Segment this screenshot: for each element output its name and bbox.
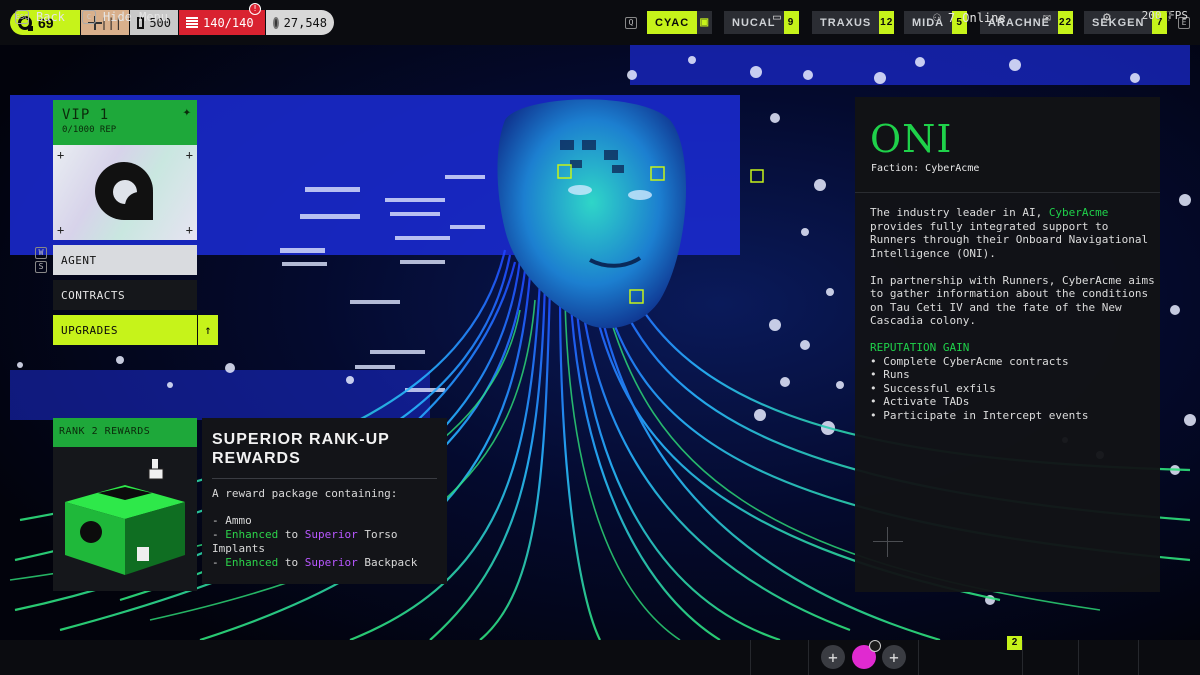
- cyberacme-link: CyberAcme: [1048, 206, 1109, 219]
- key-hint-w: W: [35, 247, 47, 259]
- arrow-up-icon[interactable]: ↑: [197, 315, 218, 345]
- back-button[interactable]: ESC Back: [15, 10, 65, 24]
- reward-item: - Enhanced to Superior Torso Implants: [212, 528, 398, 555]
- player-avatar[interactable]: [852, 640, 881, 669]
- corner-plus-icon: +: [185, 148, 193, 162]
- reward-crate-preview[interactable]: [53, 447, 197, 591]
- vip-rep: 0/1000 REP: [62, 125, 117, 135]
- sparkle-icon: ✦: [182, 104, 191, 120]
- corner-plus-icon: +: [57, 223, 65, 237]
- tab-traxus-count: 12: [879, 11, 895, 34]
- chat-button[interactable]: ▭: [773, 10, 781, 25]
- tab-arachne-count: 22: [1058, 11, 1073, 34]
- esc-key-icon: ESC: [15, 10, 29, 24]
- help-icon: ?: [1165, 10, 1173, 25]
- reputation-gain-header: REPUTATION GAIN: [870, 341, 970, 354]
- info-panel-header: ONI Faction: CyberAcme: [855, 97, 1160, 193]
- tier-enhanced: Enhanced: [225, 528, 279, 541]
- online-friends-button[interactable]: ⚇ 7 Online: [933, 10, 1006, 25]
- plus-icon: +: [828, 647, 838, 667]
- capacity-icon: [186, 16, 198, 29]
- divider: [750, 640, 751, 675]
- tab-cyac-label: CYAC: [647, 11, 698, 34]
- help-button[interactable]: ?: [1165, 10, 1173, 25]
- vip-title: VIP 1: [62, 107, 110, 123]
- crosshair-icon: [873, 527, 903, 557]
- vip-rank-card[interactable]: VIP 1 0/1000 REP ✦: [53, 100, 197, 145]
- info-description: The industry leader in AI, CyberAcme pro…: [870, 206, 1155, 422]
- chat-icon: ▭: [773, 10, 781, 25]
- rep-item: • Complete CyberAcme contracts: [870, 354, 1069, 368]
- corner-plus-icon: +: [57, 148, 65, 162]
- reward-crate-icon: [65, 459, 185, 575]
- rep-item: • Participate in Intercept events: [870, 408, 1089, 422]
- reward-item: - Ammo: [212, 514, 252, 527]
- reward-item: - Enhanced to Superior Backpack: [212, 556, 418, 569]
- divider: [1078, 640, 1079, 675]
- menu-item-contracts[interactable]: CONTRACTS: [53, 280, 197, 310]
- currency-value: 27,548: [283, 15, 327, 30]
- friends-icon: ⚇: [933, 10, 941, 25]
- faction-logo-card: + + + +: [53, 145, 197, 240]
- rep-item: • Successful exfils: [870, 381, 996, 395]
- agent-faction: Faction: CyberAcme: [871, 163, 980, 174]
- currency-counter[interactable]: 27,548: [266, 10, 334, 35]
- back-label: Back: [36, 10, 65, 24]
- faction-info-panel: ONI Faction: CyberAcme The industry lead…: [855, 97, 1160, 592]
- divider: [212, 478, 437, 479]
- hide-menu-label: Hide Menu: [103, 10, 169, 24]
- divider: [1022, 640, 1023, 675]
- tab-nucal[interactable]: NUCAL 9: [724, 11, 799, 34]
- currency-icon: [273, 16, 279, 29]
- description-paragraph-2: In partnership with Runners, CyberAcme a…: [870, 273, 1155, 328]
- corner-plus-icon: +: [185, 223, 193, 237]
- divider: [808, 640, 809, 675]
- divider: [1138, 640, 1139, 675]
- tab-cyac-doc-icon: ▣: [697, 11, 713, 34]
- notification-badge: 2: [1007, 636, 1022, 650]
- settings-button[interactable]: ⚙: [1103, 10, 1111, 25]
- reward-title: SUPERIOR RANK-UP REWARDS: [212, 431, 390, 467]
- key-hint-s: S: [35, 261, 47, 273]
- rep-item: • Runs: [870, 368, 910, 381]
- tab-nucal-count: 9: [783, 11, 799, 34]
- rank-rewards-header[interactable]: RANK 2 REWARDS: [53, 418, 197, 447]
- reward-details-card: SUPERIOR RANK-UP REWARDS A reward packag…: [202, 418, 447, 584]
- reward-list: - Ammo - Enhanced to Superior Torso Impl…: [212, 514, 437, 570]
- mail-button[interactable]: ✉: [1043, 10, 1051, 25]
- description-paragraph-1: The industry leader in AI, CyberAcme pro…: [870, 206, 1149, 260]
- add-party-slot-button[interactable]: +: [882, 645, 906, 669]
- warning-icon: !: [249, 3, 261, 15]
- c-key-icon: C: [82, 10, 96, 24]
- divider: [918, 640, 919, 675]
- tier-enhanced: Enhanced: [225, 556, 279, 569]
- tier-superior: Superior: [304, 556, 358, 569]
- tab-traxus-label: TRAXUS: [812, 11, 880, 34]
- mic-icon: [869, 640, 881, 652]
- tier-superior: Superior: [304, 528, 358, 541]
- rep-item: • Activate TADs: [870, 395, 970, 408]
- menu-item-upgrades[interactable]: UPGRADES: [53, 315, 197, 345]
- menu-item-agent[interactable]: AGENT: [53, 245, 197, 275]
- reward-intro: A reward package containing:: [212, 487, 398, 500]
- cyberacme-logo-icon: [95, 162, 153, 220]
- agent-title: ONI: [870, 117, 953, 161]
- capacity-value: 140/140: [203, 15, 254, 30]
- mail-icon: ✉: [1043, 10, 1051, 25]
- plus-icon: +: [889, 647, 899, 667]
- key-hint-q: Q: [625, 17, 637, 29]
- hide-menu-button[interactable]: C Hide Menu: [82, 10, 168, 24]
- tab-cyac[interactable]: CYAC ▣: [647, 11, 713, 34]
- add-party-slot-button[interactable]: +: [821, 645, 845, 669]
- capacity-counter[interactable]: 140/140 !: [179, 3, 265, 35]
- tab-traxus[interactable]: TRAXUS 12: [812, 11, 895, 34]
- online-count: 7 Online: [947, 10, 1006, 25]
- gear-icon: ⚙: [1103, 10, 1111, 25]
